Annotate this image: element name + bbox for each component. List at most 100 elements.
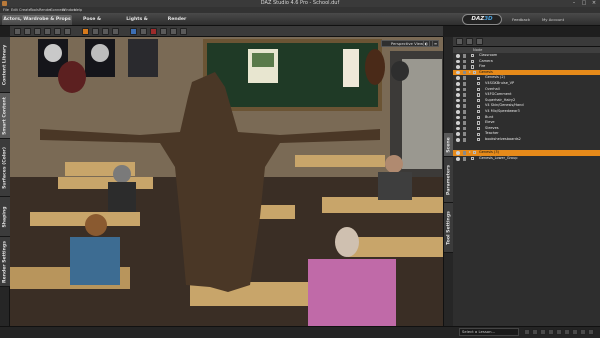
- visibility-icon[interactable]: [456, 151, 460, 155]
- aux-viewport-icon[interactable]: [180, 28, 187, 35]
- camera-icon[interactable]: [140, 28, 147, 35]
- tab-render-settings[interactable]: Render Settings: [0, 237, 10, 287]
- iray-icon[interactable]: [170, 28, 177, 35]
- lesson-skip-icon[interactable]: [564, 329, 570, 335]
- node-weight-tool-icon[interactable]: [64, 28, 71, 35]
- lock-icon[interactable]: [463, 65, 466, 69]
- visibility-icon[interactable]: [456, 98, 460, 103]
- visibility-icon[interactable]: [456, 65, 460, 69]
- visibility-icon[interactable]: [456, 157, 460, 161]
- visibility-icon[interactable]: [456, 70, 460, 75]
- lesson-prev-icon[interactable]: [524, 329, 530, 335]
- node-icon: [471, 157, 475, 161]
- hair-prop: [365, 49, 385, 85]
- joint-editor-icon[interactable]: [112, 28, 119, 35]
- lock-icon[interactable]: [463, 54, 466, 58]
- scene-menu-icon[interactable]: [456, 38, 463, 45]
- tab-lights-cameras[interactable]: Lights & Cameras: [115, 15, 159, 32]
- render-settings-icon[interactable]: [130, 28, 137, 35]
- lock-icon[interactable]: [463, 82, 466, 86]
- scene-node-row[interactable]: Genesis_Lower_Group: [453, 156, 600, 162]
- render-icon[interactable]: [150, 28, 157, 35]
- right-tab-strip: Scene Parameters Tool Settings: [443, 37, 454, 326]
- active-pose-tool-icon[interactable]: [82, 28, 89, 35]
- visibility-icon[interactable]: [456, 104, 460, 108]
- visibility-icon[interactable]: [456, 115, 460, 120]
- lock-icon[interactable]: [463, 115, 466, 120]
- tab-surfaces[interactable]: Surfaces (Color): [0, 139, 10, 197]
- maximize-button[interactable]: □: [579, 0, 589, 7]
- visibility-icon[interactable]: [456, 126, 460, 131]
- lock-icon[interactable]: [463, 104, 466, 108]
- scene-collapse-icon[interactable]: [476, 38, 483, 45]
- lock-icon[interactable]: [463, 157, 466, 161]
- 3d-viewport[interactable]: Perspective View ◐ ≡: [10, 37, 443, 326]
- hair-prop: [58, 61, 86, 93]
- student-glasses: [113, 165, 131, 183]
- lock-icon[interactable]: [463, 151, 466, 155]
- universal-tool-icon[interactable]: [54, 28, 61, 35]
- visibility-icon[interactable]: [456, 110, 460, 114]
- scene-node-row[interactable]: bookshelvesboards2: [453, 137, 600, 143]
- lock-icon[interactable]: [463, 70, 466, 75]
- scale-tool-icon[interactable]: [44, 28, 51, 35]
- visibility-icon[interactable]: [456, 59, 460, 64]
- lock-icon[interactable]: [463, 138, 466, 142]
- expand-arrow-icon[interactable]: [469, 151, 471, 154]
- lock-icon[interactable]: [463, 93, 466, 97]
- tab-pose-animate[interactable]: Pose & Animate: [72, 15, 112, 32]
- tab-render[interactable]: Render: [162, 15, 192, 25]
- lesson-info-icon[interactable]: [572, 329, 578, 335]
- lock-icon[interactable]: [463, 110, 466, 114]
- minimize-button[interactable]: –: [569, 0, 579, 7]
- node-icon: [477, 76, 481, 80]
- lock-icon[interactable]: [463, 132, 466, 136]
- tab-content-library[interactable]: Content Library: [0, 37, 10, 93]
- expand-arrow-icon[interactable]: [469, 71, 471, 74]
- lesson-settings-icon[interactable]: [580, 329, 586, 335]
- viewport-options-icon[interactable]: ≡: [432, 40, 439, 47]
- visibility-icon[interactable]: [456, 87, 460, 92]
- scene-filter-icon[interactable]: [466, 38, 473, 45]
- node-icon: [477, 110, 481, 114]
- lesson-restart-icon[interactable]: [556, 329, 562, 335]
- figure-icon: [473, 70, 477, 75]
- visibility-icon[interactable]: [456, 138, 460, 142]
- my-account-link[interactable]: My Account: [542, 16, 564, 24]
- lesson-next-icon[interactable]: [532, 329, 538, 335]
- close-button[interactable]: ×: [589, 0, 599, 7]
- teacher-figure: [335, 227, 359, 257]
- visibility-icon[interactable]: [456, 54, 460, 58]
- node-icon: [477, 98, 481, 103]
- node-icon: [477, 93, 481, 97]
- geometry-tool-icon[interactable]: [102, 28, 109, 35]
- desk: [295, 155, 385, 167]
- visibility-icon[interactable]: [456, 82, 460, 86]
- visibility-icon[interactable]: [456, 132, 460, 136]
- spot-render-icon[interactable]: [160, 28, 167, 35]
- rotate-tool-icon[interactable]: [24, 28, 31, 35]
- select-tool-icon[interactable]: [14, 28, 21, 35]
- translate-tool-icon[interactable]: [34, 28, 41, 35]
- lock-icon[interactable]: [463, 121, 466, 125]
- lock-icon[interactable]: [463, 98, 466, 103]
- scene-node-row-selected[interactable]: Genesis (3): [453, 150, 600, 156]
- tab-smart-content[interactable]: Smart Content: [0, 93, 10, 139]
- lesson-select-dropdown[interactable]: Select a Lesson...: [459, 328, 519, 336]
- visibility-icon[interactable]: [456, 121, 460, 125]
- lock-icon[interactable]: [463, 126, 466, 131]
- visibility-icon[interactable]: [456, 93, 460, 97]
- lesson-play-icon[interactable]: [548, 329, 554, 335]
- surface-tool-icon[interactable]: [92, 28, 99, 35]
- lock-icon[interactable]: [463, 59, 466, 64]
- tab-actors-wardrobe-props[interactable]: Actors, Wardrobe & Props: [2, 15, 72, 25]
- lock-icon[interactable]: [463, 87, 466, 92]
- tab-shaping[interactable]: Shaping: [0, 197, 10, 237]
- display-style-icon[interactable]: ◐: [423, 40, 430, 47]
- lesson-stop-icon[interactable]: [540, 329, 546, 335]
- visibility-icon[interactable]: [456, 76, 460, 80]
- lesson-close-icon[interactable]: [588, 329, 594, 335]
- lock-icon[interactable]: [463, 76, 466, 80]
- feedback-link[interactable]: Feedback: [512, 16, 530, 24]
- node-icon: [477, 138, 481, 142]
